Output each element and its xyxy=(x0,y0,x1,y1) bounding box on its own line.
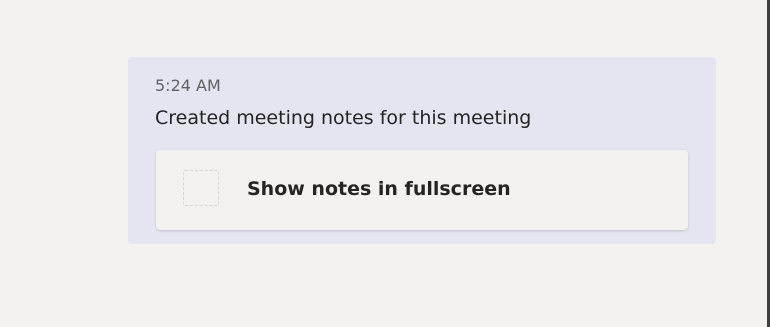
message-timestamp: 5:24 AM xyxy=(155,76,221,95)
show-notes-fullscreen-card[interactable]: Show notes in fullscreen xyxy=(156,150,688,230)
meeting-notes-message: 5:24 AM Created meeting notes for this m… xyxy=(128,57,716,244)
show-notes-fullscreen-label: Show notes in fullscreen xyxy=(247,178,511,200)
message-text: Created meeting notes for this meeting xyxy=(155,107,532,129)
placeholder-icon xyxy=(183,170,219,206)
